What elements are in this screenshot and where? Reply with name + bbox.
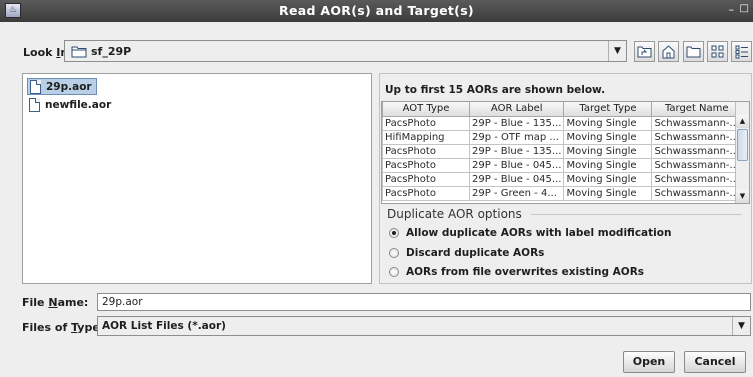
look-in-combo[interactable]: sf_29P ▼ bbox=[64, 40, 627, 62]
chevron-down-icon[interactable]: ▼ bbox=[608, 41, 626, 61]
file-type-value: AOR List Files (*.aor) bbox=[102, 320, 226, 332]
cell-target-type: Moving Single bbox=[563, 129, 653, 145]
file-chooser-dialog: ♨ Read AOR(s) and Target(s) – □ Look In:… bbox=[0, 0, 753, 377]
home-icon bbox=[662, 45, 675, 59]
radio-label-allow-duplicates[interactable]: Allow duplicate AORs with label modifica… bbox=[406, 227, 671, 239]
scroll-up-icon[interactable]: ▲ bbox=[736, 115, 749, 128]
file-list[interactable]: 29p.aor newfile.aor bbox=[22, 73, 372, 284]
column-header-target-type[interactable]: Target Type bbox=[563, 102, 653, 117]
cell-aot-type: PacsPhoto bbox=[382, 143, 470, 159]
cell-target-name: Schwassmann-... bbox=[651, 129, 743, 145]
file-name-label: File Name: bbox=[22, 296, 89, 309]
cell-aor-label: 29P - Blue - 045... bbox=[468, 171, 565, 187]
file-item[interactable]: newfile.aor bbox=[27, 97, 111, 114]
look-in-value: sf_29P bbox=[91, 45, 132, 58]
cell-aor-label: 29p - OTF map ... bbox=[468, 129, 565, 145]
aor-table: AOT Type AOR Label Target Type Target Na… bbox=[382, 102, 743, 201]
cell-target-name: Schwassmann-... bbox=[651, 185, 743, 201]
radio-label-discard-duplicates[interactable]: Discard duplicate AORs bbox=[406, 247, 544, 259]
cell-target-name: Schwassmann-... bbox=[651, 115, 743, 131]
cell-target-type: Moving Single bbox=[563, 171, 653, 187]
scroll-down-icon[interactable]: ▼ bbox=[736, 190, 749, 203]
table-row[interactable]: PacsPhoto 29P - Green - 4... Moving Sing… bbox=[382, 185, 743, 201]
cell-aor-label: 29P - Blue - 135... bbox=[468, 143, 565, 159]
column-header-target-name[interactable]: Target Name bbox=[651, 102, 743, 117]
cell-target-type: Moving Single bbox=[563, 185, 653, 201]
duplicate-options-title: Duplicate AOR options bbox=[387, 207, 522, 221]
up-one-level-icon bbox=[637, 46, 652, 58]
minimize-icon[interactable]: – bbox=[729, 3, 735, 16]
table-row[interactable]: PacsPhoto 29P - Blue - 135... Moving Sin… bbox=[382, 115, 743, 131]
cell-target-type: Moving Single bbox=[563, 157, 653, 173]
column-header-aor-label[interactable]: AOR Label bbox=[468, 102, 565, 117]
file-name: 29p.aor bbox=[46, 81, 92, 93]
cell-aor-label: 29P - Green - 4... bbox=[468, 185, 565, 201]
cell-aot-type: PacsPhoto bbox=[382, 157, 470, 173]
table-row[interactable]: HifiMapping 29p - OTF map ... Moving Sin… bbox=[382, 129, 743, 145]
table-vertical-scrollbar[interactable]: ▲ ▼ bbox=[735, 102, 749, 203]
file-icon bbox=[30, 80, 41, 94]
details-view-button[interactable] bbox=[731, 41, 752, 62]
radio-label-overwrite-existing[interactable]: AORs from file overwrites existing AORs bbox=[406, 266, 644, 278]
list-view-icon bbox=[711, 45, 723, 58]
chevron-down-icon[interactable]: ▼ bbox=[732, 317, 750, 335]
list-view-button[interactable] bbox=[707, 41, 728, 62]
file-type-combo[interactable]: AOR List Files (*.aor) ▼ bbox=[97, 316, 751, 336]
table-row[interactable]: PacsPhoto 29P - Blue - 045... Moving Sin… bbox=[382, 157, 743, 173]
file-type-label: Files of Type: bbox=[22, 321, 105, 334]
new-folder-button[interactable] bbox=[683, 41, 704, 62]
cell-aot-type: PacsPhoto bbox=[382, 171, 470, 187]
window-title: Read AOR(s) and Target(s) bbox=[279, 3, 474, 18]
cell-aor-label: 29P - Blue - 045... bbox=[468, 157, 565, 173]
cell-target-name: Schwassmann-... bbox=[651, 143, 743, 159]
column-header-aot-type[interactable]: AOT Type bbox=[382, 102, 470, 117]
radio-discard-duplicates[interactable] bbox=[389, 248, 399, 258]
up-one-level-button[interactable] bbox=[634, 41, 655, 62]
details-view-icon bbox=[735, 45, 748, 59]
maximize-icon[interactable]: □ bbox=[740, 3, 749, 14]
new-folder-icon bbox=[686, 46, 701, 58]
cell-target-type: Moving Single bbox=[563, 115, 653, 131]
cell-aot-type: PacsPhoto bbox=[382, 185, 470, 201]
cell-target-name: Schwassmann-... bbox=[651, 171, 743, 187]
group-divider bbox=[531, 214, 742, 215]
folder-icon bbox=[71, 46, 87, 58]
aor-table-scrollpane: AOT Type AOR Label Target Type Target Na… bbox=[381, 101, 750, 204]
open-button[interactable]: Open bbox=[623, 351, 675, 373]
radio-overwrite-existing[interactable] bbox=[389, 267, 399, 277]
cell-target-name: Schwassmann-... bbox=[651, 157, 743, 173]
table-row[interactable]: PacsPhoto 29P - Blue - 135... Moving Sin… bbox=[382, 143, 743, 159]
table-row[interactable]: PacsPhoto 29P - Blue - 045... Moving Sin… bbox=[382, 171, 743, 187]
cell-target-type: Moving Single bbox=[563, 143, 653, 159]
cell-aor-label: 29P - Blue - 135... bbox=[468, 115, 565, 131]
cell-aot-type: PacsPhoto bbox=[382, 115, 470, 131]
home-button[interactable] bbox=[658, 41, 679, 62]
duplicate-options-group: Duplicate AOR options Allow duplicate AO… bbox=[381, 206, 750, 283]
file-name-field[interactable]: 29p.aor bbox=[97, 293, 751, 311]
aor-preview-note: Up to first 15 AORs are shown below. bbox=[385, 84, 606, 96]
file-item[interactable]: 29p.aor bbox=[27, 78, 97, 95]
file-name: newfile.aor bbox=[45, 99, 112, 111]
file-icon bbox=[29, 98, 40, 112]
title-bar[interactable]: ♨ Read AOR(s) and Target(s) – □ bbox=[0, 0, 753, 22]
cancel-button[interactable]: Cancel bbox=[684, 351, 746, 373]
cell-aot-type: HifiMapping bbox=[382, 129, 470, 145]
radio-allow-duplicates[interactable] bbox=[389, 228, 399, 238]
scroll-thumb[interactable] bbox=[737, 129, 748, 161]
